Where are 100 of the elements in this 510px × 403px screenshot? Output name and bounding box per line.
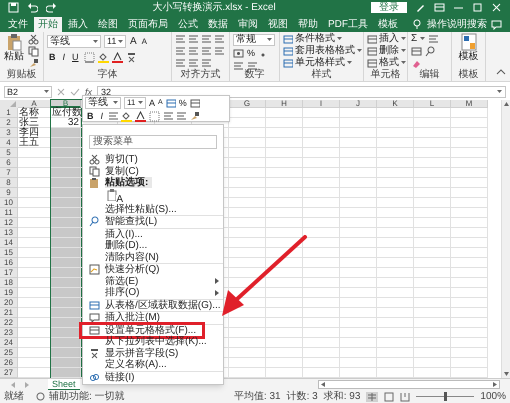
ribbon-tab[interactable]: 页面布局	[124, 17, 172, 32]
menu-item[interactable]: 定义名称(A)...	[83, 359, 223, 370]
format-painter-icon[interactable]	[28, 58, 39, 68]
name-box[interactable]: B2	[4, 86, 52, 98]
menu-item[interactable]: 显示拼音字段(S)	[83, 348, 223, 359]
row-header[interactable]: 7	[0, 168, 18, 178]
menu-item[interactable]: 复制(C)	[83, 166, 223, 177]
page-break-icon[interactable]	[400, 392, 410, 402]
vertical-scrollbar[interactable]	[501, 100, 510, 378]
styles-menu-button[interactable]: 单元格样式	[283, 57, 362, 69]
templates-button[interactable]: 模板	[455, 33, 482, 63]
increase-indent-icon[interactable]	[188, 58, 199, 69]
border-icon[interactable]	[84, 52, 95, 63]
increase-decimal-icon[interactable]	[233, 60, 244, 72]
ribbon-tab[interactable]: 数据	[204, 17, 232, 32]
font-name-field[interactable]: 等线	[85, 97, 121, 109]
column-header[interactable]: H	[266, 100, 303, 108]
orientation-icon[interactable]	[201, 58, 212, 69]
ribbon-tab[interactable]: 开始	[34, 17, 62, 32]
row-header[interactable]: 4	[0, 138, 18, 148]
column-header[interactable]: B	[51, 100, 81, 108]
zoom-slider[interactable]	[416, 392, 474, 401]
row-header[interactable]: 9	[0, 188, 18, 198]
pen-icon[interactable]	[415, 2, 426, 13]
row-header[interactable]: 26	[0, 358, 18, 368]
table-icon[interactable]	[190, 98, 200, 108]
close-icon[interactable]	[491, 2, 502, 13]
sign-in-button[interactable]: 登录	[371, 2, 407, 13]
cells-menu-button[interactable]: 插入	[367, 33, 406, 45]
middle-align-icon[interactable]	[188, 34, 199, 45]
menu-item[interactable]: 剪切(T)	[83, 154, 223, 166]
autosum-button[interactable]: Σ	[411, 33, 418, 45]
find-icon[interactable]	[425, 46, 436, 56]
ribbon-tab[interactable]: 绘图	[94, 17, 122, 32]
align-left-icon[interactable]	[175, 46, 186, 57]
row-header[interactable]: 20	[0, 298, 18, 308]
fill-color-icon[interactable]	[98, 52, 109, 63]
horizontal-scrollbar[interactable]	[318, 380, 500, 389]
paste-button[interactable]: 粘贴	[3, 33, 25, 63]
row-header[interactable]: 1	[0, 108, 18, 118]
copy-icon[interactable]	[28, 46, 39, 56]
search-menu-field[interactable]: 搜索菜单	[89, 134, 217, 148]
row-header[interactable]: 21	[0, 308, 18, 318]
cells-menu-button[interactable]: 格式	[367, 57, 406, 69]
row-header[interactable]: 10	[0, 198, 18, 208]
scissors-icon[interactable]	[28, 34, 39, 44]
ribbon-tab[interactable]: 视图	[264, 17, 292, 32]
row-header[interactable]: 17	[0, 268, 18, 278]
scroll-left-icon[interactable]	[319, 381, 327, 388]
styles-menu-button[interactable]: 条件格式	[283, 33, 362, 45]
menu-item[interactable]: 插入(I)...	[83, 228, 223, 240]
font-color-icon[interactable]	[135, 110, 146, 122]
bold-button[interactable]: B	[47, 50, 58, 64]
currency-icon[interactable]	[233, 48, 244, 58]
decrease-decimal-icon[interactable]	[176, 111, 186, 121]
ribbon-tab[interactable]: 文件	[4, 17, 32, 32]
fill-color-icon[interactable]	[121, 110, 132, 122]
undo-icon[interactable]	[27, 2, 38, 13]
align-right-icon[interactable]	[201, 46, 212, 57]
increase-decimal-icon[interactable]	[163, 111, 174, 121]
font-size-field[interactable]: 11	[124, 97, 146, 109]
row-header[interactable]: 5	[0, 148, 18, 158]
menu-item[interactable]: 插入批注(M)	[83, 312, 223, 324]
styles-menu-button[interactable]: 套用表格格式	[283, 45, 362, 57]
font-name-field[interactable]: 等线	[47, 35, 101, 48]
row-header[interactable]: 2	[0, 118, 18, 128]
italic-button[interactable]: I	[60, 50, 68, 64]
percent-button[interactable]: %	[178, 97, 187, 109]
comment-icon[interactable]	[491, 19, 502, 30]
decrease-indent-icon[interactable]	[175, 58, 186, 69]
column-header[interactable]: L	[414, 100, 451, 108]
format-painter-icon[interactable]	[189, 110, 200, 122]
row-header[interactable]: 18	[0, 278, 18, 288]
paste-option-button[interactable]: A	[107, 189, 123, 205]
column-header[interactable]: K	[377, 100, 414, 108]
menu-item[interactable]: 链接(I)	[83, 372, 223, 383]
column-header[interactable]: A	[18, 100, 51, 108]
menu-item[interactable]: 设置单元格格式(F)...	[83, 324, 223, 336]
maximize-icon[interactable]	[472, 2, 483, 13]
page-layout-icon[interactable]	[384, 392, 394, 402]
scroll-up-icon[interactable]	[502, 100, 510, 108]
row-header[interactable]: 15	[0, 248, 18, 258]
column-header[interactable]: J	[340, 100, 377, 108]
row-header[interactable]: 27	[0, 368, 18, 378]
number-format-field[interactable]: 常规	[233, 34, 275, 46]
increase-font-button[interactable]: A	[129, 36, 138, 48]
percent-button[interactable]: %	[247, 47, 256, 59]
menu-item[interactable]: 从下拉列表中选择(K)...	[83, 336, 223, 348]
scroll-right-icon[interactable]	[491, 381, 499, 388]
menu-item[interactable]: 排序(O)	[83, 287, 223, 298]
row-header[interactable]: 16	[0, 258, 18, 268]
zoom-level[interactable]: 100%	[480, 390, 506, 403]
increase-font-button[interactable]: A	[149, 97, 156, 109]
menu-item[interactable]: 智能查找(L)	[83, 216, 223, 228]
ribbon-display-icon[interactable]	[434, 2, 445, 13]
ribbon-tab[interactable]: 插入	[64, 17, 92, 32]
row-header[interactable]: 14	[0, 238, 18, 248]
number-format-icon[interactable]	[166, 98, 176, 108]
column-header[interactable]: M	[451, 100, 488, 108]
row-header[interactable]: 8	[0, 178, 18, 188]
